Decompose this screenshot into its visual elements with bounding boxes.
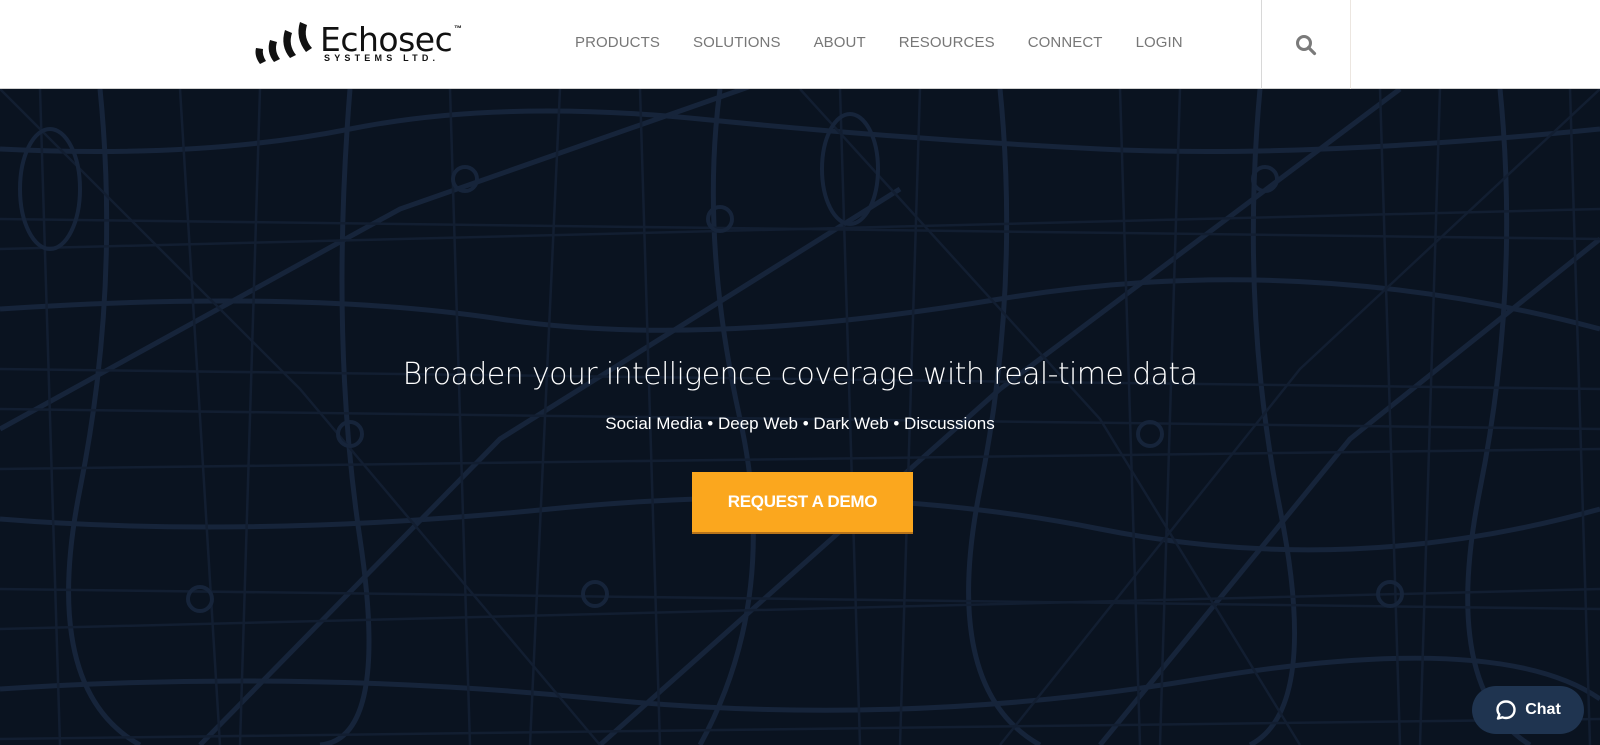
search-icon <box>1296 34 1317 55</box>
hero-title: Broaden your intelligence coverage with … <box>402 357 1198 392</box>
nav-products[interactable]: PRODUCTS <box>575 34 660 51</box>
nav-solutions[interactable]: SOLUTIONS <box>693 34 781 51</box>
main-nav: PRODUCTS SOLUTIONS ABOUT RESOURCES CONNE… <box>575 0 1216 84</box>
logo[interactable]: Echosec ™ SYSTEMS LTD. <box>252 18 467 68</box>
nav-about[interactable]: ABOUT <box>814 34 866 51</box>
nav-connect[interactable]: CONNECT <box>1028 34 1103 51</box>
nav-login[interactable]: LOGIN <box>1136 34 1183 51</box>
hero-section: Broaden your intelligence coverage with … <box>0 89 1600 745</box>
hero-subtitle: Social Media • Deep Web • Dark Web • Dis… <box>605 414 995 433</box>
chat-bubble-icon <box>1496 700 1516 720</box>
request-demo-button[interactable]: REQUEST A DEMO <box>692 472 913 534</box>
chat-label: Chat <box>1525 701 1561 718</box>
logo-tagline: SYSTEMS LTD. <box>324 53 440 63</box>
search-button[interactable] <box>1261 0 1351 89</box>
logo-marks-icon <box>255 22 312 64</box>
chat-button[interactable]: Chat <box>1472 686 1584 734</box>
nav-resources[interactable]: RESOURCES <box>899 34 995 51</box>
site-header: Echosec ™ SYSTEMS LTD. PRODUCTS SOLUTION… <box>0 0 1600 89</box>
logo-trademark: ™ <box>454 24 462 33</box>
